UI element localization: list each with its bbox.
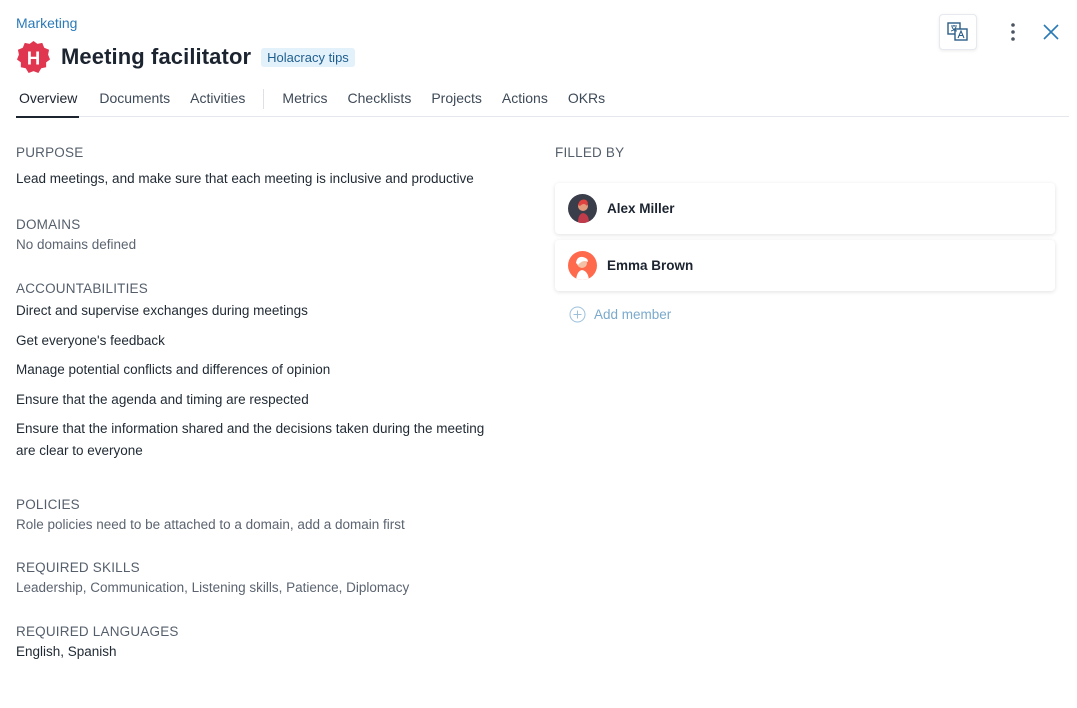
accountabilities-list: Direct and supervise exchanges during me… bbox=[16, 300, 506, 462]
breadcrumb[interactable]: Marketing bbox=[16, 15, 77, 31]
tab-documents[interactable]: Documents bbox=[99, 84, 170, 117]
accountability-item: Ensure that the information shared and t… bbox=[16, 421, 485, 458]
purpose-label: PURPOSE bbox=[16, 145, 84, 160]
holacracy-logo-icon: H bbox=[16, 40, 51, 75]
role-details: PURPOSE Lead meetings, and make sure tha… bbox=[16, 145, 506, 663]
tab-bar: Overview Documents Activities Metrics Ch… bbox=[16, 84, 1069, 118]
domains-text: No domains defined bbox=[16, 237, 137, 252]
add-member-label: Add member bbox=[594, 307, 672, 322]
accountability-item: Ensure that the agenda and timing are re… bbox=[16, 391, 309, 407]
top-actions bbox=[939, 14, 1063, 50]
purpose-text: Lead meetings, and make sure that each m… bbox=[16, 171, 474, 186]
translate-icon bbox=[947, 22, 968, 41]
tab-overview[interactable]: Overview bbox=[16, 84, 80, 118]
plus-circle-icon bbox=[569, 306, 586, 323]
accountability-item: Get everyone's feedback bbox=[16, 332, 165, 348]
tab-metrics[interactable]: Metrics bbox=[282, 84, 327, 117]
required-skills-text: Leadership, Communication, Listening ski… bbox=[16, 580, 410, 595]
member-name: Emma Brown bbox=[607, 258, 694, 273]
accountabilities-label: ACCOUNTABILITIES bbox=[16, 281, 148, 296]
avatar bbox=[568, 194, 597, 223]
tab-activities[interactable]: Activities bbox=[190, 84, 245, 117]
policies-label: POLICIES bbox=[16, 497, 80, 512]
domains-label: DOMAINS bbox=[16, 217, 81, 232]
more-options-button[interactable] bbox=[1003, 14, 1023, 50]
tab-checklists[interactable]: Checklists bbox=[348, 84, 412, 117]
required-languages-text: English, Spanish bbox=[16, 644, 117, 659]
holacracy-tips-tag[interactable]: Holacracy tips bbox=[261, 47, 355, 67]
accountability-item: Direct and supervise exchanges during me… bbox=[16, 303, 308, 318]
tab-projects[interactable]: Projects bbox=[431, 84, 482, 117]
translate-button[interactable] bbox=[939, 14, 977, 50]
accountability-item: Manage potential conflicts and differenc… bbox=[16, 362, 331, 377]
logo-letter: H bbox=[27, 47, 40, 68]
required-languages-label: REQUIRED LANGUAGES bbox=[16, 624, 179, 639]
close-button[interactable] bbox=[1039, 14, 1063, 50]
policies-text: Role policies need to be attached to a d… bbox=[16, 517, 405, 532]
filled-by-label: FILLED BY bbox=[555, 145, 625, 160]
member-card-alex-miller[interactable]: Alex Miller bbox=[555, 183, 1055, 234]
close-icon bbox=[1043, 24, 1059, 40]
member-name: Alex Miller bbox=[607, 201, 675, 216]
title-row: H Meeting facilitator Holacracy tips bbox=[16, 40, 355, 74]
member-card-emma-brown[interactable]: Emma Brown bbox=[555, 240, 1055, 291]
tab-divider bbox=[263, 89, 265, 109]
add-member-button[interactable]: Add member bbox=[569, 306, 671, 323]
more-vertical-icon bbox=[1011, 23, 1015, 41]
required-skills-label: REQUIRED SKILLS bbox=[16, 560, 140, 575]
tab-okrs[interactable]: OKRs bbox=[568, 84, 605, 117]
page-title: Meeting facilitator bbox=[61, 44, 252, 69]
avatar bbox=[568, 251, 597, 280]
tab-actions[interactable]: Actions bbox=[502, 84, 548, 117]
filled-by-panel: FILLED BY Alex Miller Emma Brown Add mem… bbox=[555, 145, 1055, 323]
